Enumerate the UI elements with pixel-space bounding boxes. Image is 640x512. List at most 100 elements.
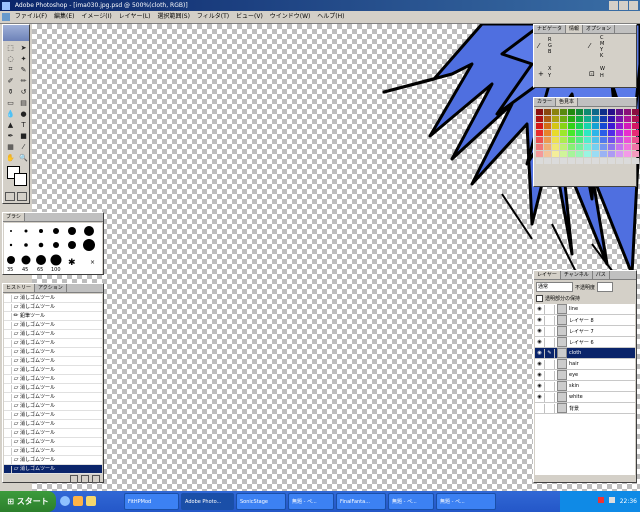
color-swatch[interactable]	[544, 109, 551, 115]
color-swatch[interactable]	[632, 144, 639, 150]
color-swatch[interactable]	[552, 151, 559, 157]
color-swatch[interactable]	[584, 130, 591, 136]
color-swatch[interactable]	[600, 151, 607, 157]
eye-icon[interactable]	[535, 403, 545, 413]
menu-layer[interactable]: レイヤー(L)	[119, 13, 151, 20]
color-swatch[interactable]	[568, 109, 575, 115]
dodge-tool-icon[interactable]: ●	[17, 108, 30, 119]
layer-row[interactable]: ◉ hair	[535, 359, 635, 370]
color-swatch[interactable]	[600, 158, 607, 164]
color-swatch[interactable]	[552, 137, 559, 143]
color-swatch[interactable]	[568, 151, 575, 157]
history-item[interactable]: ▱ 消しゴムツール	[4, 357, 102, 366]
taskbar-button[interactable]: 無題 - ペ...	[388, 493, 434, 510]
new-snapshot-icon[interactable]	[81, 475, 89, 483]
new-document-icon[interactable]	[70, 475, 78, 483]
network-icon[interactable]	[597, 497, 604, 503]
blur-tool-icon[interactable]: 💧	[4, 108, 17, 119]
color-swatch[interactable]	[592, 116, 599, 122]
menu-select[interactable]: 選択範囲(S)	[157, 13, 190, 20]
tab-info[interactable]: 情報	[566, 25, 584, 33]
color-swatch[interactable]	[616, 144, 623, 150]
color-swatch[interactable]	[584, 144, 591, 150]
slice-tool-icon[interactable]: ✎	[17, 64, 30, 75]
color-swatch[interactable]	[608, 123, 615, 129]
color-swatch[interactable]	[624, 151, 631, 157]
color-swatch[interactable]	[608, 116, 615, 122]
color-swatch[interactable]	[544, 158, 551, 164]
color-swatch[interactable]	[536, 137, 543, 143]
color-swatch[interactable]	[536, 109, 543, 115]
color-swatch[interactable]	[568, 137, 575, 143]
color-swatch[interactable]	[632, 158, 639, 164]
color-swatch[interactable]	[544, 116, 551, 122]
color-swatch[interactable]	[608, 151, 615, 157]
color-swatch[interactable]	[584, 109, 591, 115]
color-swatch[interactable]	[584, 151, 591, 157]
tab-color[interactable]: カラー	[534, 98, 557, 106]
eraser-tool-icon[interactable]: ▭	[4, 97, 17, 108]
blend-mode-select[interactable]: 通常	[536, 282, 573, 292]
tab-channels[interactable]: チャンネル	[560, 271, 593, 279]
eye-icon[interactable]: ◉	[535, 392, 545, 402]
history-state-marker[interactable]	[4, 420, 12, 428]
taskbar-button[interactable]: Adobe Photo...	[181, 493, 234, 510]
history-item[interactable]: ▱ 消しゴムツール	[4, 303, 102, 312]
brush-indicator-icon[interactable]	[545, 337, 555, 347]
color-swatch[interactable]	[584, 137, 591, 143]
history-state-marker[interactable]	[4, 303, 12, 311]
color-swatch[interactable]	[592, 130, 599, 136]
history-state-marker[interactable]	[4, 312, 12, 320]
history-item[interactable]: ▱ 消しゴムツール	[4, 465, 102, 474]
volume-icon[interactable]	[608, 497, 615, 503]
swatch-grid[interactable]	[534, 107, 639, 166]
color-swatch[interactable]	[536, 116, 543, 122]
color-swatch[interactable]	[576, 123, 583, 129]
history-state-marker[interactable]	[4, 357, 12, 365]
color-swatch[interactable]	[536, 144, 543, 150]
taskbar-button[interactable]: 無題 - ペ...	[436, 493, 496, 510]
brush-indicator-icon[interactable]	[545, 392, 555, 402]
history-item[interactable]: ✏ 鉛筆ツール	[4, 312, 102, 321]
tab-layers[interactable]: レイヤー	[534, 271, 561, 279]
tab-actions[interactable]: アクション	[35, 284, 67, 292]
color-swatch[interactable]	[560, 158, 567, 164]
color-swatch[interactable]	[576, 151, 583, 157]
menu-file[interactable]: ファイル(F)	[15, 13, 47, 20]
history-item[interactable]: ▱ 消しゴムツール	[4, 339, 102, 348]
history-item[interactable]: ▱ 消しゴムツール	[4, 411, 102, 420]
color-swatch[interactable]	[536, 151, 543, 157]
color-swatch[interactable]	[600, 109, 607, 115]
taskbar-button[interactable]: FinalFanta...	[336, 493, 386, 510]
color-swatch[interactable]	[600, 123, 607, 129]
brush-indicator-icon[interactable]	[545, 304, 555, 314]
color-swatch[interactable]	[600, 144, 607, 150]
tab-swatches[interactable]: 色見本	[556, 98, 579, 106]
color-swatch[interactable]	[536, 130, 543, 136]
close-icon[interactable]	[629, 1, 638, 10]
color-swatch[interactable]	[568, 158, 575, 164]
color-swatch[interactable]	[536, 158, 543, 164]
color-swatch[interactable]	[592, 137, 599, 143]
history-item[interactable]: ▱ 消しゴムツール	[4, 456, 102, 465]
taskbar-button[interactable]: 無題 - ペ...	[288, 493, 334, 510]
color-swatch[interactable]	[536, 123, 543, 129]
color-swatch[interactable]	[576, 144, 583, 150]
quicklaunch-ie-icon[interactable]	[60, 496, 70, 506]
notes-tool-icon[interactable]: ▦	[4, 141, 17, 152]
color-swatch[interactable]	[568, 123, 575, 129]
history-item[interactable]: ▱ 消しゴムツール	[4, 330, 102, 339]
color-swatch[interactable]	[584, 158, 591, 164]
lasso-tool-icon[interactable]: ◌	[4, 53, 17, 64]
brush-indicator-icon[interactable]	[545, 370, 555, 380]
color-swatch[interactable]	[576, 158, 583, 164]
tab-brushes[interactable]: ブラシ	[3, 213, 25, 221]
color-swatch[interactable]	[552, 158, 559, 164]
layer-row[interactable]: ◉ eye	[535, 370, 635, 381]
history-state-marker[interactable]	[4, 384, 12, 392]
pen-tool-icon[interactable]: ✒	[4, 130, 17, 141]
tab-paths[interactable]: パス	[592, 271, 610, 279]
history-state-marker[interactable]	[4, 429, 12, 437]
color-swatch[interactable]	[568, 144, 575, 150]
layer-row[interactable]: ◉ ✎ cloth	[535, 348, 635, 359]
